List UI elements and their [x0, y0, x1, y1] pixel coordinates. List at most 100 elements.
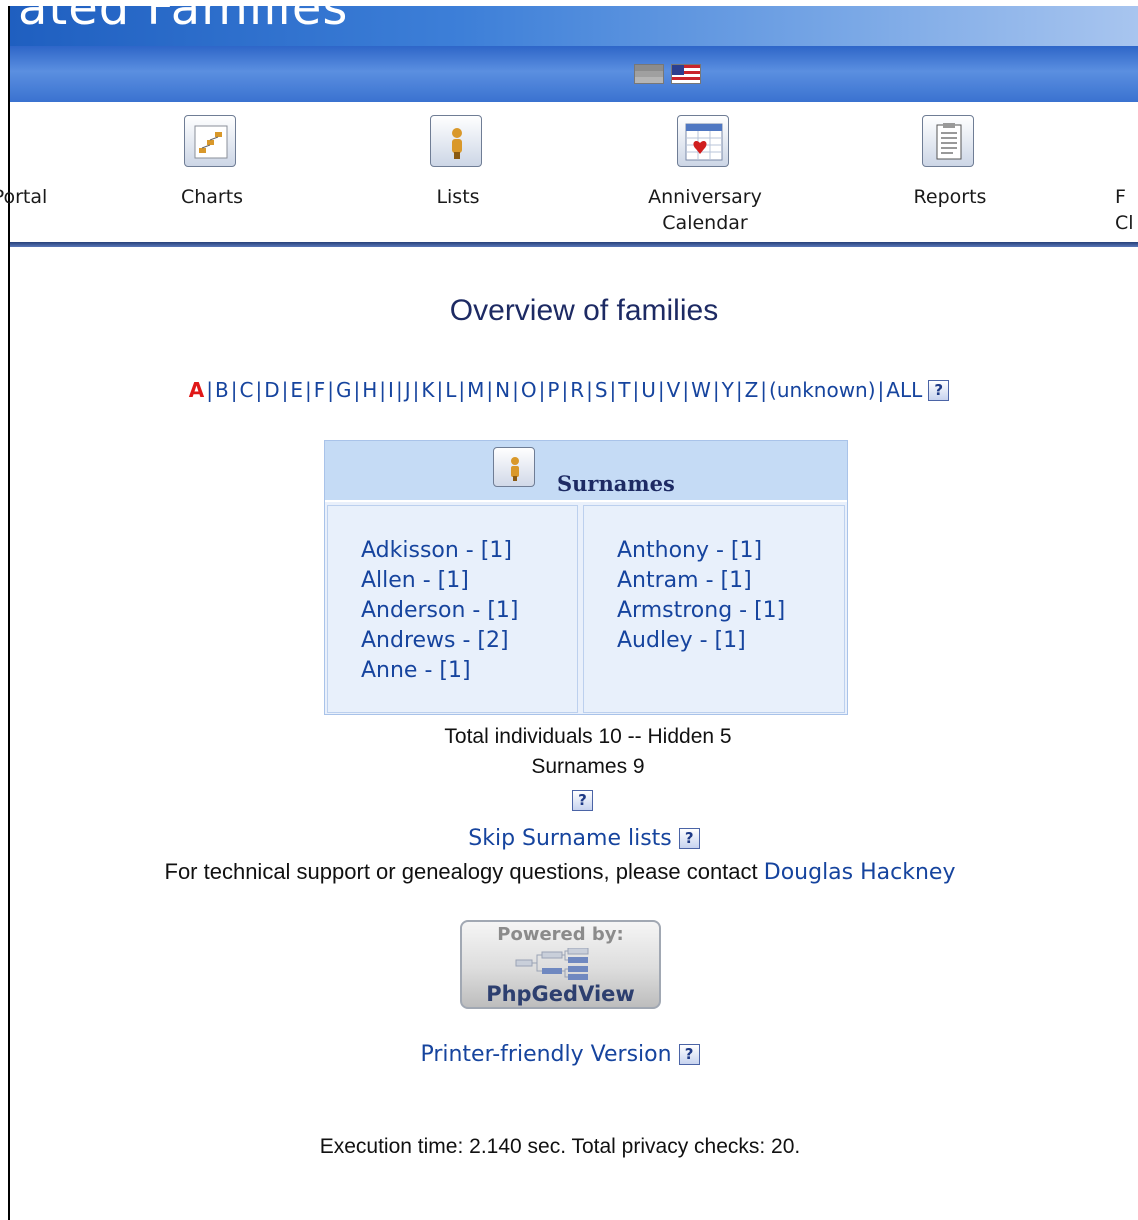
- alphabet-letter-n[interactable]: N: [495, 378, 510, 402]
- alphabet-letter-k[interactable]: K: [421, 378, 434, 402]
- alphabet-letter-all[interactable]: ALL: [886, 378, 922, 402]
- alphabet-separator: |: [304, 378, 312, 402]
- nav-item-label: Charts: [180, 186, 244, 208]
- alphabet-separator: |: [255, 378, 263, 402]
- surname-link[interactable]: Anthony - [1]: [617, 536, 785, 566]
- alphabet-letter-b[interactable]: B: [215, 378, 229, 402]
- page-title: Overview of families: [449, 294, 719, 327]
- help-icon[interactable]: ?: [928, 380, 950, 401]
- alphabet-letter-a[interactable]: A: [189, 378, 204, 402]
- surname-link[interactable]: Allen - [1]: [361, 566, 519, 596]
- surname-link[interactable]: Antram - [1]: [617, 566, 785, 596]
- alphabet-separator: |: [281, 378, 289, 402]
- nav-item-label: F Cl: [1115, 186, 1134, 234]
- alphabet-separator: |: [353, 378, 361, 402]
- alphabet-letter-t[interactable]: T: [618, 378, 630, 402]
- nav-item-label: Anniversary Calendar: [648, 186, 762, 234]
- alphabet-separator: |: [586, 378, 593, 402]
- alphabet-letter-y[interactable]: Y: [722, 378, 734, 402]
- statistics: Total individuals 10 -- Hidden 5 Surname…: [0, 722, 1138, 782]
- alphabet-separator: |: [512, 378, 519, 402]
- surname-table-heading: Surnames: [557, 471, 675, 496]
- support-text: For technical support or genealogy quest…: [164, 859, 956, 885]
- alphabet-letter-w[interactable]: W: [691, 378, 711, 402]
- help-icon[interactable]: ?: [678, 828, 700, 849]
- reports-icon: [922, 115, 974, 167]
- help-icon[interactable]: ?: [678, 1044, 700, 1065]
- alphabet-separator: |: [760, 378, 768, 402]
- nav-item-label: Lists: [436, 186, 480, 208]
- alphabet-letter-u[interactable]: U: [641, 378, 656, 402]
- nav-item-label: Reports: [913, 186, 987, 208]
- printer-friendly-link[interactable]: Printer-friendly Version ?: [0, 1042, 1120, 1067]
- surname-link[interactable]: Anne - [1]: [361, 656, 519, 686]
- alphabet-letter-g[interactable]: G: [336, 378, 352, 402]
- powered-by-label: Powered by:: [497, 924, 624, 945]
- surnames-count: Surnames 9: [531, 755, 645, 778]
- alphabet-letter-l[interactable]: L: [445, 378, 456, 402]
- alphabet-separator: |: [379, 378, 387, 402]
- alphabet-separator: |: [206, 378, 213, 402]
- alphabet-separator: |: [632, 378, 640, 402]
- lists-icon: [430, 115, 482, 167]
- execution-time: Execution time: 2.140 sec. Total privacy…: [319, 1135, 801, 1158]
- alphabet-index: A | B | C | D | E | F | G | H | I | J | K | L | M | N | O | P | R | S | T | U |…: [0, 378, 1138, 402]
- site-title: ated Families: [18, 6, 349, 36]
- surname-link[interactable]: Adkisson - [1]: [361, 536, 519, 566]
- language-bar: [10, 46, 1138, 102]
- alphabet-letter-e[interactable]: E: [290, 378, 303, 402]
- alphabet-letter-d[interactable]: D: [264, 378, 279, 402]
- nav-item-label: Portal: [0, 186, 48, 208]
- powered-by-phpgedview-badge[interactable]: Powered by: PhpGedView: [460, 920, 661, 1009]
- alphabet-separator: |: [609, 378, 617, 402]
- surname-column-2: Anthony - [1] Antram - [1] Armstrong - [1]…: [583, 505, 845, 713]
- alphabet-separator: |: [486, 378, 494, 402]
- us-flag-icon[interactable]: [671, 64, 701, 84]
- alphabet-letter-z[interactable]: Z: [745, 378, 759, 402]
- alphabet-separator: |: [458, 378, 466, 402]
- individuals-count: Total individuals 10 -- Hidden 5: [444, 725, 732, 748]
- alphabet-letter-r[interactable]: R: [570, 378, 584, 402]
- person-icon: [493, 447, 535, 487]
- surname-link[interactable]: Anderson - [1]: [361, 596, 519, 626]
- alphabet-separator: |: [230, 378, 238, 402]
- surname-link[interactable]: Armstrong - [1]: [617, 596, 785, 626]
- alphabet-letter-v[interactable]: V: [667, 378, 681, 402]
- alphabet-separator: |: [735, 378, 743, 402]
- alphabet-letter-j[interactable]: J: [405, 378, 411, 402]
- tree-logo-icon: [515, 948, 589, 980]
- phpgedview-label: PhpGedView: [486, 982, 635, 1006]
- main-navigation: Portal Charts Lists Anniversary Calendar…: [0, 102, 1138, 242]
- surname-table: Surnames Adkisson - [1] Allen - [1] Anders…: [324, 440, 848, 715]
- alphabet-letter-p[interactable]: P: [547, 378, 559, 402]
- calendar-icon: [677, 115, 729, 167]
- alphabet-separator: |: [712, 378, 720, 402]
- skip-surname-lists-link[interactable]: Skip Surname lists ?: [0, 826, 1138, 851]
- german-flag-icon[interactable]: [634, 64, 664, 84]
- alphabet-letter-m[interactable]: M: [467, 378, 484, 402]
- site-header: ated Families: [10, 6, 1138, 46]
- alphabet-separator: |: [412, 378, 420, 402]
- alphabet-letter-h[interactable]: H: [362, 378, 377, 402]
- alphabet-separator: |: [436, 378, 444, 402]
- alphabet-separator: |: [877, 378, 885, 402]
- alphabet-separator: |: [657, 378, 665, 402]
- charts-icon: [184, 115, 236, 167]
- alphabet-letter-unknown[interactable]: (unknown): [769, 378, 875, 402]
- alphabet-separator: |: [327, 378, 334, 402]
- alphabet-separator: |: [538, 378, 546, 402]
- alphabet-letter-f[interactable]: F: [314, 378, 326, 402]
- surname-table-header: Surnames: [325, 441, 847, 502]
- alphabet-separator: |: [682, 378, 690, 402]
- alphabet-letter-c[interactable]: C: [239, 378, 253, 402]
- surname-link[interactable]: Audley - [1]: [617, 626, 785, 656]
- surname-link[interactable]: Andrews - [2]: [361, 626, 519, 656]
- help-icon[interactable]: ?: [572, 790, 593, 811]
- nav-divider: [10, 242, 1138, 247]
- contact-link[interactable]: Douglas Hackney: [764, 860, 956, 885]
- alphabet-letter-s[interactable]: S: [595, 378, 608, 402]
- alphabet-separator: |: [395, 378, 403, 402]
- alphabet-letter-o[interactable]: O: [521, 378, 537, 402]
- surname-column-1: Adkisson - [1] Allen - [1] Anderson - [1] A…: [327, 505, 578, 713]
- alphabet-separator: |: [561, 378, 569, 402]
